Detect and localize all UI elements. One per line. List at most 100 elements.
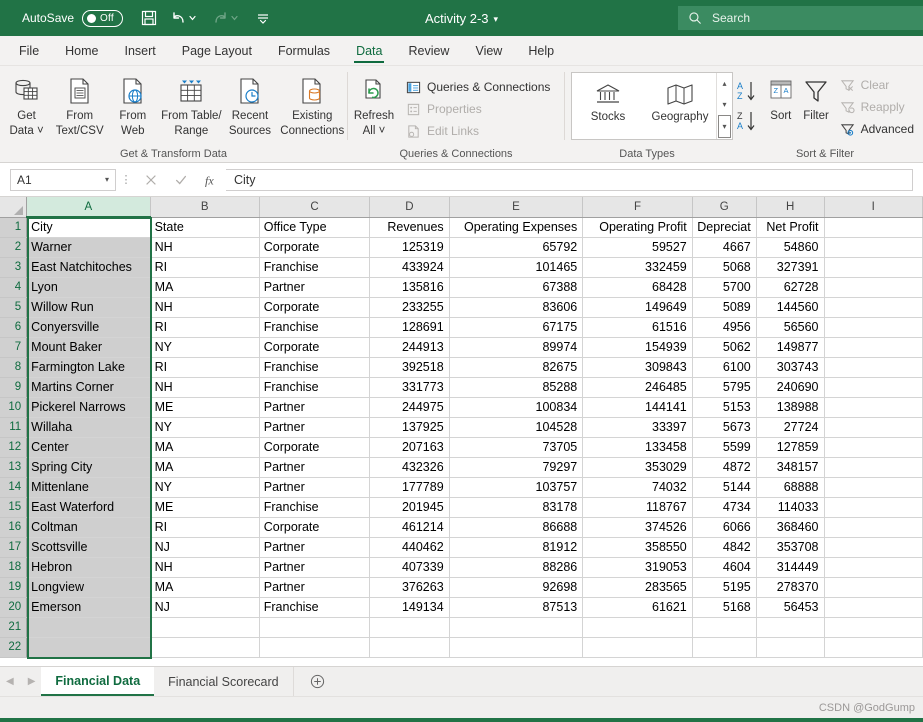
cell-E2[interactable]: 65792 bbox=[449, 237, 584, 258]
cell-A14[interactable]: Mittenlane bbox=[26, 477, 151, 498]
cell-D17[interactable]: 440462 bbox=[369, 537, 450, 558]
row-header-4[interactable]: 4 bbox=[0, 277, 28, 298]
cell-D20[interactable]: 149134 bbox=[369, 597, 450, 618]
cell-B15[interactable]: ME bbox=[150, 497, 260, 518]
cell-A12[interactable]: Center bbox=[26, 437, 151, 458]
cell-I22[interactable] bbox=[824, 637, 923, 658]
cell-H11[interactable]: 27724 bbox=[756, 417, 825, 438]
cell-A20[interactable]: Emerson bbox=[26, 597, 151, 618]
from-text-csv-button[interactable]: From Text/CSV bbox=[53, 70, 106, 138]
cell-C5[interactable]: Corporate bbox=[259, 297, 371, 318]
row-header-14[interactable]: 14 bbox=[0, 477, 28, 498]
cell-D22[interactable] bbox=[369, 637, 450, 658]
cell-B13[interactable]: MA bbox=[150, 457, 260, 478]
cell-E10[interactable]: 100834 bbox=[449, 397, 584, 418]
cell-H7[interactable]: 149877 bbox=[756, 337, 825, 358]
name-box[interactable]: A1 ▾ bbox=[10, 168, 116, 191]
filter-button[interactable]: Filter bbox=[798, 70, 833, 123]
cell-F4[interactable]: 68428 bbox=[582, 277, 693, 298]
geography-button[interactable]: Geography bbox=[644, 73, 716, 139]
cell-E20[interactable]: 87513 bbox=[449, 597, 584, 618]
cell-B12[interactable]: MA bbox=[150, 437, 260, 458]
column-header-c[interactable]: C bbox=[259, 197, 371, 218]
cell-I7[interactable] bbox=[824, 337, 923, 358]
cell-H5[interactable]: 144560 bbox=[756, 297, 825, 318]
cell-C12[interactable]: Corporate bbox=[259, 437, 371, 458]
cell-F21[interactable] bbox=[582, 617, 693, 638]
cell-E5[interactable]: 83606 bbox=[449, 297, 584, 318]
column-header-d[interactable]: D bbox=[369, 197, 450, 218]
row-header-6[interactable]: 6 bbox=[0, 317, 28, 338]
cell-G20[interactable]: 5168 bbox=[692, 597, 757, 618]
cell-H21[interactable] bbox=[756, 617, 825, 638]
cell-C2[interactable]: Corporate bbox=[259, 237, 371, 258]
cell-F20[interactable]: 61621 bbox=[582, 597, 693, 618]
cell-F19[interactable]: 283565 bbox=[582, 577, 693, 598]
row-header-21[interactable]: 21 bbox=[0, 617, 28, 638]
tab-view[interactable]: View bbox=[462, 40, 515, 65]
cell-H15[interactable]: 114033 bbox=[756, 497, 825, 518]
data-types-gallery[interactable]: Stocks Geography ▴ ▾ ▾ bbox=[571, 72, 733, 140]
cell-G15[interactable]: 4734 bbox=[692, 497, 757, 518]
cell-H14[interactable]: 68888 bbox=[756, 477, 825, 498]
cell-G17[interactable]: 4842 bbox=[692, 537, 757, 558]
cell-G21[interactable] bbox=[692, 617, 757, 638]
cell-I14[interactable] bbox=[824, 477, 923, 498]
cell-C3[interactable]: Franchise bbox=[259, 257, 371, 278]
cell-H19[interactable]: 278370 bbox=[756, 577, 825, 598]
cell-A21[interactable] bbox=[26, 617, 151, 638]
cell-D8[interactable]: 392518 bbox=[369, 357, 450, 378]
cell-I9[interactable] bbox=[824, 377, 923, 398]
column-header-b[interactable]: B bbox=[150, 197, 260, 218]
tab-data[interactable]: Data bbox=[343, 40, 395, 65]
cell-E9[interactable]: 85288 bbox=[449, 377, 584, 398]
properties-button[interactable]: Properties bbox=[400, 98, 556, 120]
tab-page-layout[interactable]: Page Layout bbox=[169, 40, 265, 65]
cell-D21[interactable] bbox=[369, 617, 450, 638]
cell-D14[interactable]: 177789 bbox=[369, 477, 450, 498]
cell-E4[interactable]: 67388 bbox=[449, 277, 584, 298]
cell-C11[interactable]: Partner bbox=[259, 417, 371, 438]
cell-F14[interactable]: 74032 bbox=[582, 477, 693, 498]
previous-sheet-icon[interactable]: ◀ bbox=[6, 676, 14, 687]
cell-I15[interactable] bbox=[824, 497, 923, 518]
cell-F9[interactable]: 246485 bbox=[582, 377, 693, 398]
cell-B10[interactable]: ME bbox=[150, 397, 260, 418]
cell-A7[interactable]: Mount Baker bbox=[26, 337, 151, 358]
cell-A19[interactable]: Longview bbox=[26, 577, 151, 598]
get-data-button[interactable]: Get Data ˅ bbox=[0, 70, 53, 138]
cell-G18[interactable]: 4604 bbox=[692, 557, 757, 578]
recent-sources-button[interactable]: Recent Sources bbox=[223, 70, 276, 138]
cell-E16[interactable]: 86688 bbox=[449, 517, 584, 538]
row-header-13[interactable]: 13 bbox=[0, 457, 28, 478]
cell-F17[interactable]: 358550 bbox=[582, 537, 693, 558]
next-sheet-icon[interactable]: ▶ bbox=[28, 676, 36, 687]
cell-I13[interactable] bbox=[824, 457, 923, 478]
cell-I10[interactable] bbox=[824, 397, 923, 418]
customize-quick-access-button[interactable] bbox=[249, 5, 277, 31]
cell-B20[interactable]: NJ bbox=[150, 597, 260, 618]
cell-D19[interactable]: 376263 bbox=[369, 577, 450, 598]
cell-G8[interactable]: 6100 bbox=[692, 357, 757, 378]
cell-B2[interactable]: NH bbox=[150, 237, 260, 258]
search-box[interactable]: Search bbox=[678, 6, 923, 30]
row-header-20[interactable]: 20 bbox=[0, 597, 28, 618]
cell-C15[interactable]: Franchise bbox=[259, 497, 371, 518]
cell-G3[interactable]: 5068 bbox=[692, 257, 757, 278]
cell-H8[interactable]: 303743 bbox=[756, 357, 825, 378]
cell-G19[interactable]: 5195 bbox=[692, 577, 757, 598]
row-header-8[interactable]: 8 bbox=[0, 357, 28, 378]
cell-I19[interactable] bbox=[824, 577, 923, 598]
cell-G4[interactable]: 5700 bbox=[692, 277, 757, 298]
cell-E7[interactable]: 89974 bbox=[449, 337, 584, 358]
row-header-3[interactable]: 3 bbox=[0, 257, 28, 278]
cell-D11[interactable]: 137925 bbox=[369, 417, 450, 438]
cell-C19[interactable]: Partner bbox=[259, 577, 371, 598]
from-web-button[interactable]: From Web bbox=[106, 70, 159, 138]
cell-H9[interactable]: 240690 bbox=[756, 377, 825, 398]
cell-D13[interactable]: 432326 bbox=[369, 457, 450, 478]
cell-D1[interactable]: Revenues bbox=[369, 217, 450, 238]
row-header-15[interactable]: 15 bbox=[0, 497, 28, 518]
cell-F11[interactable]: 33397 bbox=[582, 417, 693, 438]
cell-H17[interactable]: 353708 bbox=[756, 537, 825, 558]
